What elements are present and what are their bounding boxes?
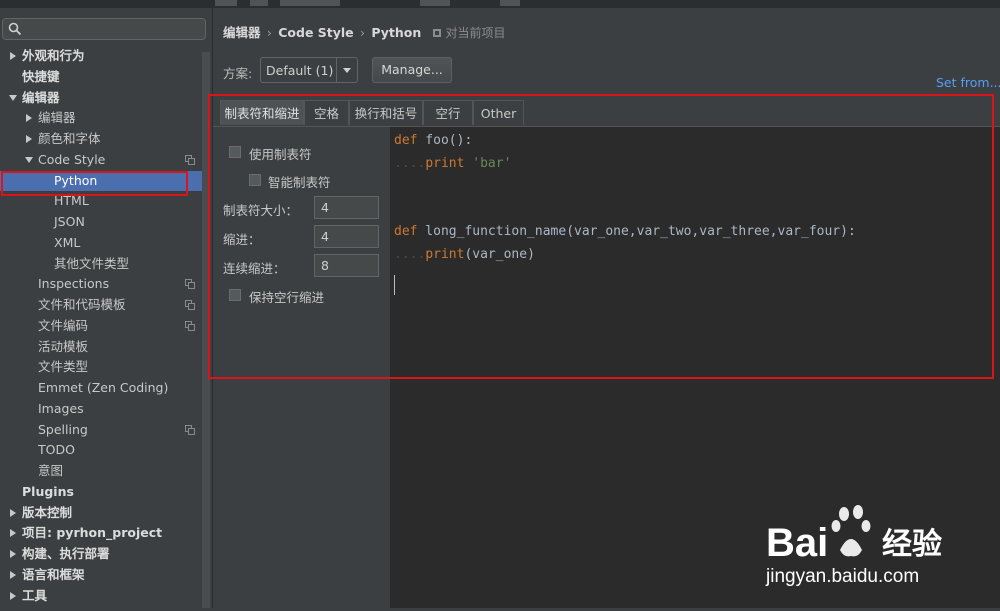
sidebar-item-label: 其他文件类型 bbox=[54, 255, 130, 271]
sidebar-item[interactable]: TODO bbox=[0, 440, 210, 460]
sidebar-item[interactable]: 活动模板 bbox=[0, 337, 210, 357]
sidebar-item-label: 语言和框架 bbox=[22, 566, 85, 582]
expand-right-icon[interactable] bbox=[8, 508, 18, 518]
sidebar-item-label: XML bbox=[54, 234, 81, 250]
sidebar-item[interactable]: 编辑器 bbox=[0, 88, 210, 108]
expand-right-icon[interactable] bbox=[24, 134, 34, 144]
sidebar-item-label: 编辑器 bbox=[22, 89, 60, 105]
scheme-value: Default (1) bbox=[266, 63, 334, 78]
search-field[interactable] bbox=[2, 18, 206, 40]
project-scope-icon bbox=[185, 320, 195, 331]
sidebar-item-label: 编辑器 bbox=[38, 110, 76, 126]
sidebar-item[interactable]: 工具 bbox=[0, 586, 210, 606]
project-icon bbox=[432, 29, 441, 37]
project-scope-icon bbox=[185, 154, 195, 165]
sidebar-item-label: Emmet (Zen Coding) bbox=[38, 380, 169, 395]
expand-down-icon[interactable] bbox=[8, 93, 18, 103]
tab-stub bbox=[500, 0, 520, 6]
set-from-link[interactable]: Set from... bbox=[936, 75, 1000, 90]
baidu-logo: Bai 经验 jingyan.baidu.com bbox=[765, 505, 942, 587]
sidebar-item-label: 外观和行为 bbox=[22, 48, 85, 63]
sidebar-item[interactable]: 项目: pyrhon_project bbox=[0, 523, 210, 543]
sidebar-item[interactable]: 外观和行为 bbox=[0, 46, 210, 66]
sidebar-item-label: 项目: pyrhon_project bbox=[22, 525, 163, 541]
sidebar-item-label: 快捷键 bbox=[22, 68, 60, 84]
sidebar-item[interactable]: 意图 bbox=[0, 461, 210, 481]
title-strip bbox=[0, 0, 1000, 8]
sidebar-item-label: 版本控制 bbox=[22, 504, 73, 520]
breadcrumb-part: Python bbox=[371, 25, 422, 40]
sidebar-item-label: Images bbox=[38, 400, 84, 416]
project-scope-icon bbox=[185, 424, 195, 435]
breadcrumb-part: 编辑器 bbox=[223, 25, 261, 40]
sidebar-item[interactable]: 其他文件类型 bbox=[0, 254, 210, 274]
sidebar-item[interactable]: Code Style bbox=[0, 150, 210, 170]
sidebar-item[interactable]: Images bbox=[0, 399, 210, 419]
expand-right-icon[interactable] bbox=[8, 528, 18, 538]
expand-down-icon[interactable] bbox=[24, 155, 34, 165]
search-icon bbox=[8, 22, 22, 36]
expand-right-icon[interactable] bbox=[24, 113, 34, 123]
breadcrumb: 编辑器 › Code Style › Python 对当前项目 bbox=[223, 22, 506, 41]
sidebar-item[interactable]: 文件编码 bbox=[0, 316, 210, 336]
breadcrumb-part: Code Style bbox=[278, 25, 354, 40]
sidebar-item-label: 活动模板 bbox=[38, 338, 89, 354]
breadcrumb-separator: › bbox=[266, 25, 272, 40]
sidebar-item[interactable]: 文件类型 bbox=[0, 357, 210, 377]
sidebar-item[interactable]: XML bbox=[0, 233, 210, 253]
sidebar-item[interactable]: 编辑器 bbox=[0, 108, 210, 128]
scheme-label: 方案: bbox=[223, 66, 253, 81]
sidebar-item[interactable]: 颜色和字体 bbox=[0, 129, 210, 149]
tab-stub bbox=[420, 0, 450, 6]
sidebar-item-label: 文件类型 bbox=[38, 359, 89, 375]
sidebar-item[interactable]: 构建、执行部署 bbox=[0, 544, 210, 564]
sidebar-item-label: 文件和代码模板 bbox=[38, 297, 126, 312]
watermark-brand: Bai bbox=[766, 521, 828, 565]
chevron-down-icon bbox=[343, 68, 351, 73]
sidebar-item-label: Code Style bbox=[38, 151, 106, 167]
watermark-brand-2: 经验 bbox=[882, 527, 942, 562]
sidebar-item[interactable]: Inspections bbox=[0, 274, 210, 294]
tab-stub bbox=[280, 0, 340, 6]
project-scope-icon bbox=[185, 279, 195, 290]
sidebar-item-label: 文件编码 bbox=[38, 317, 89, 333]
sidebar-item[interactable]: 语言和框架 bbox=[0, 565, 210, 585]
manage-button[interactable]: Manage... bbox=[372, 57, 452, 83]
sidebar-item[interactable]: 版本控制 bbox=[0, 503, 210, 523]
sidebar-item-label: Inspections bbox=[38, 276, 110, 292]
breadcrumb-separator: › bbox=[360, 25, 366, 40]
sidebar-item-label: TODO bbox=[38, 442, 75, 458]
sidebar-item[interactable]: Spelling bbox=[0, 420, 210, 440]
sidebar-item[interactable]: Emmet (Zen Coding) bbox=[0, 378, 210, 398]
watermark-url: jingyan.baidu.com bbox=[765, 566, 919, 587]
baidu-watermark: Bai 经验 jingyan.baidu.com bbox=[760, 500, 1000, 608]
scheme-dropdown-button[interactable] bbox=[336, 58, 357, 82]
sidebar-item[interactable]: Plugins bbox=[0, 482, 210, 502]
scheme-select[interactable]: Default (1) bbox=[260, 57, 358, 83]
sidebar-item-label: 构建、执行部署 bbox=[22, 546, 110, 561]
expand-right-icon[interactable] bbox=[8, 549, 18, 559]
highlight-box-settings bbox=[208, 94, 994, 379]
sidebar-item[interactable]: 文件和代码模板 bbox=[0, 295, 210, 315]
sidebar-item[interactable]: JSON bbox=[0, 212, 210, 232]
sidebar-item[interactable]: 快捷键 bbox=[0, 67, 210, 87]
sidebar-item-label: Plugins bbox=[22, 483, 74, 499]
expand-right-icon[interactable] bbox=[8, 591, 18, 601]
tab-stub bbox=[215, 0, 237, 6]
project-scope-note: 对当前项目 bbox=[432, 26, 506, 40]
project-scope-icon bbox=[185, 300, 195, 310]
expand-right-icon[interactable] bbox=[8, 51, 18, 61]
settings-sidebar: 外观和行为 快捷键 编辑器 编辑器 颜色和字体 Code Style Python HTML J… bbox=[0, 8, 213, 608]
tab-stub bbox=[250, 0, 268, 6]
sidebar-item-label: Spelling bbox=[38, 421, 88, 437]
sidebar-item-label: 工具 bbox=[22, 587, 48, 603]
sidebar-item-label: 意图 bbox=[38, 463, 64, 478]
expand-right-icon[interactable] bbox=[8, 570, 18, 580]
sidebar-item-label: 颜色和字体 bbox=[38, 131, 101, 146]
highlight-box-python bbox=[1, 171, 188, 196]
sidebar-item-label: JSON bbox=[54, 214, 85, 229]
project-scope-label: 对当前项目 bbox=[445, 26, 506, 40]
